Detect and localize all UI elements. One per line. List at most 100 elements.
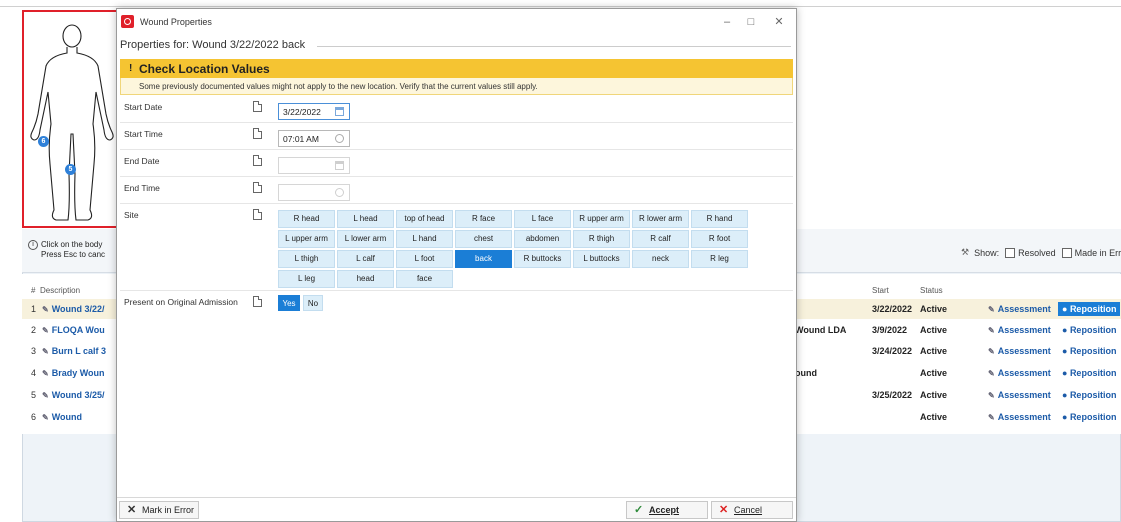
- document-icon[interactable]: [253, 182, 262, 193]
- location-pin-icon: ●: [1062, 325, 1070, 335]
- resolved-checkbox[interactable]: [1005, 247, 1016, 258]
- assessment-link[interactable]: ✎ Assessment: [988, 325, 1051, 335]
- end-time-input[interactable]: [278, 184, 350, 201]
- calendar-icon[interactable]: [335, 161, 344, 170]
- assessment-link[interactable]: ✎ Assessment: [988, 346, 1051, 356]
- maximize-button[interactable]: □: [739, 14, 763, 30]
- site-option-l-buttocks[interactable]: L buttocks: [573, 250, 630, 268]
- site-option-r-face[interactable]: R face: [455, 210, 512, 228]
- site-option-neck[interactable]: neck: [632, 250, 689, 268]
- column-start: Start: [872, 286, 889, 295]
- dialog-title: Wound Properties: [140, 17, 212, 27]
- minimize-button[interactable]: –: [715, 14, 739, 30]
- row-start: 3/22/2022: [872, 304, 913, 314]
- no-button[interactable]: No: [303, 295, 323, 311]
- mark-in-error-button[interactable]: ✕ Mark in Error: [119, 501, 199, 519]
- close-button[interactable]: ✕: [767, 14, 791, 30]
- row-start: 3/25/2022: [872, 390, 913, 400]
- row-number: 4: [31, 368, 37, 378]
- row-description-link[interactable]: ✎ Wound 3/25/: [42, 390, 105, 400]
- site-option-r-calf[interactable]: R calf: [632, 230, 689, 248]
- wound-marker-5[interactable]: 5: [65, 164, 76, 175]
- reposition-button[interactable]: ● Reposition: [1058, 410, 1120, 424]
- site-option-top-of-head[interactable]: top of head: [396, 210, 453, 228]
- site-option-r-thigh[interactable]: R thigh: [573, 230, 630, 248]
- clock-icon[interactable]: [335, 188, 344, 197]
- assessment-link[interactable]: ✎ Assessment: [988, 368, 1051, 378]
- row-description-link[interactable]: ✎ Wound 3/22/: [42, 304, 105, 314]
- reposition-button[interactable]: ● Reposition: [1058, 344, 1120, 358]
- row-start: 3/24/2022: [872, 346, 913, 356]
- site-option-l-leg[interactable]: L leg: [278, 270, 335, 288]
- site-option-l-lower-arm[interactable]: L lower arm: [337, 230, 394, 248]
- assessment-link[interactable]: ✎ Assessment: [988, 304, 1051, 314]
- site-option-r-leg[interactable]: R leg: [691, 250, 748, 268]
- document-icon[interactable]: [253, 101, 262, 112]
- row-status: Active: [920, 304, 948, 314]
- calendar-icon[interactable]: [335, 107, 344, 116]
- reposition-button[interactable]: ● Reposition: [1058, 323, 1120, 337]
- column-status: Status: [920, 286, 943, 295]
- site-option-r-upper-arm[interactable]: R upper arm: [573, 210, 630, 228]
- document-icon[interactable]: [253, 296, 262, 307]
- site-option-r-foot[interactable]: R foot: [691, 230, 748, 248]
- row-status: Active: [920, 412, 948, 422]
- site-option-l-foot[interactable]: L foot: [396, 250, 453, 268]
- site-option-l-thigh[interactable]: L thigh: [278, 250, 335, 268]
- cancel-button[interactable]: ✕ Cancel: [711, 501, 793, 519]
- reposition-button[interactable]: ● Reposition: [1058, 388, 1120, 402]
- site-option-face[interactable]: face: [396, 270, 453, 288]
- clock-icon[interactable]: [335, 134, 344, 143]
- body-map[interactable]: 6 5: [22, 10, 118, 228]
- site-option-abdomen[interactable]: abdomen: [514, 230, 571, 248]
- reposition-button[interactable]: ● Reposition: [1058, 302, 1121, 316]
- row-number: 5: [31, 390, 37, 400]
- x-icon: ✕: [127, 504, 137, 516]
- made-in-error-label: Made in Erro: [1074, 247, 1121, 258]
- reposition-button[interactable]: ● Reposition: [1058, 366, 1120, 380]
- row-status: Active: [920, 368, 948, 378]
- row-description-link[interactable]: ✎ FLOQA Wou: [42, 325, 105, 335]
- yes-button[interactable]: Yes: [278, 295, 300, 311]
- assessment-link[interactable]: ✎ Assessment: [988, 412, 1051, 422]
- site-option-l-hand[interactable]: L hand: [396, 230, 453, 248]
- site-option-l-face[interactable]: L face: [514, 210, 571, 228]
- site-option-l-upper-arm[interactable]: L upper arm: [278, 230, 335, 248]
- site-option-r-head[interactable]: R head: [278, 210, 335, 228]
- dialog-titlebar[interactable]: Wound Properties – □ ✕: [117, 9, 796, 37]
- document-icon[interactable]: [253, 128, 262, 139]
- site-option-l-head[interactable]: L head: [337, 210, 394, 228]
- info-icon: i: [28, 240, 38, 250]
- column-num: #: [31, 286, 36, 295]
- site-option-back[interactable]: back: [455, 250, 512, 268]
- row-description-link[interactable]: ✎ Brady Woun: [42, 368, 105, 378]
- row-start: 3/9/2022: [872, 325, 908, 335]
- row-number: 6: [31, 412, 37, 422]
- start-date-input[interactable]: 3/22/2022: [278, 103, 350, 120]
- pencil-icon: ✎: [42, 305, 49, 314]
- end-date-label: End Date: [124, 156, 160, 166]
- location-pin-icon: ●: [1062, 346, 1070, 356]
- site-option-r-lower-arm[interactable]: R lower arm: [632, 210, 689, 228]
- row-description-link[interactable]: ✎ Burn L calf 3: [42, 346, 106, 356]
- site-option-head[interactable]: head: [337, 270, 394, 288]
- start-date-row: Start Date 3/22/2022: [120, 96, 793, 123]
- row-description-link[interactable]: ✎ Wound: [42, 412, 82, 422]
- dialog-footer: ✕ Mark in Error ✓ Accept ✕ Cancel: [117, 497, 796, 521]
- end-date-input[interactable]: [278, 157, 350, 174]
- row-status: Active: [920, 390, 948, 400]
- start-time-input[interactable]: 07:01 AM: [278, 130, 350, 147]
- site-option-r-buttocks[interactable]: R buttocks: [514, 250, 571, 268]
- pencil-icon: ✎: [988, 305, 995, 314]
- site-option-r-hand[interactable]: R hand: [691, 210, 748, 228]
- document-icon[interactable]: [253, 209, 262, 220]
- made-in-error-checkbox[interactable]: [1061, 247, 1072, 258]
- document-icon[interactable]: [253, 155, 262, 166]
- site-option-chest[interactable]: chest: [455, 230, 512, 248]
- wound-marker-6[interactable]: 6: [38, 136, 49, 147]
- assessment-link[interactable]: ✎ Assessment: [988, 390, 1051, 400]
- site-row: Site R head L head top of head R face L face…: [120, 204, 793, 291]
- pencil-icon: ✎: [42, 326, 49, 335]
- accept-button[interactable]: ✓ Accept: [626, 501, 708, 519]
- site-option-l-calf[interactable]: L calf: [337, 250, 394, 268]
